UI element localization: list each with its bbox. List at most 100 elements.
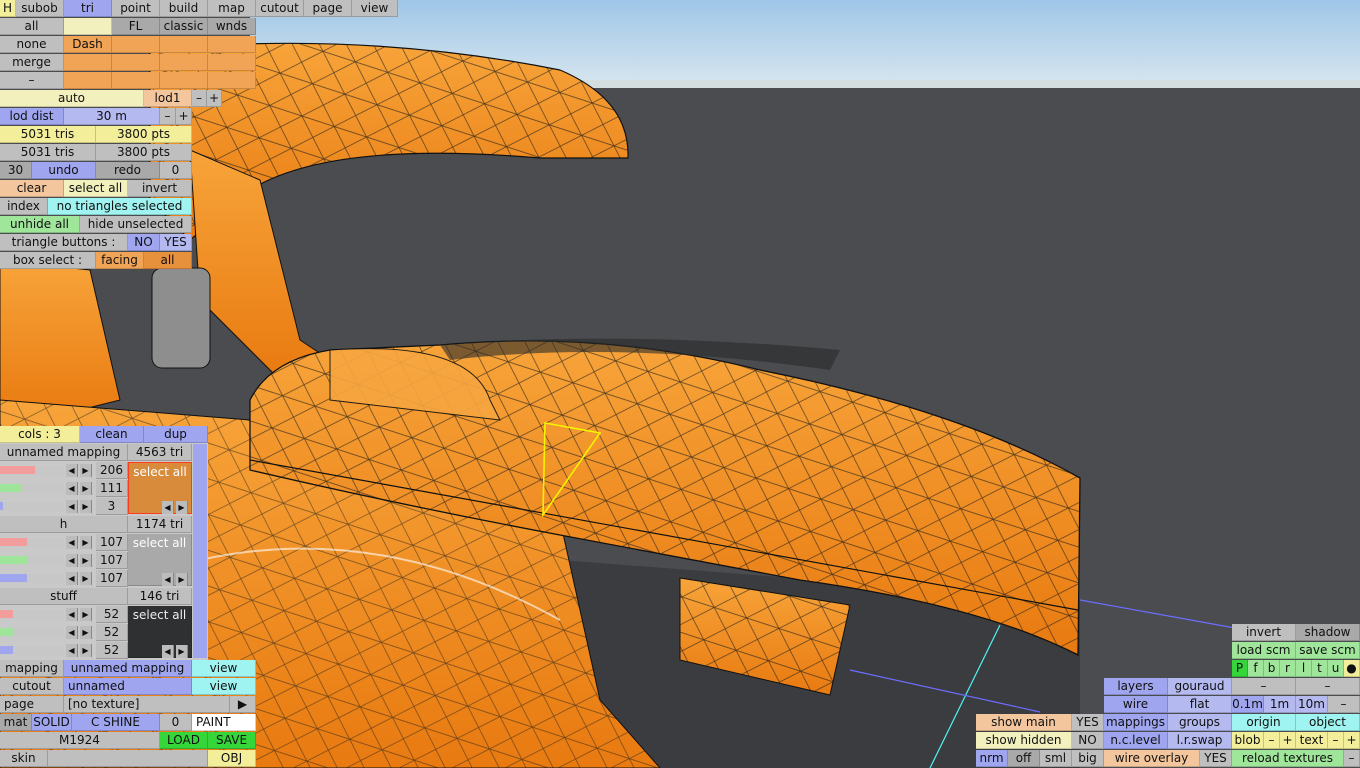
lod-dist-minus[interactable]: – bbox=[160, 108, 176, 125]
mapping-scrollbar[interactable] bbox=[193, 444, 207, 658]
merge-button[interactable]: merge bbox=[0, 54, 64, 71]
color-channel-value[interactable]: 52 bbox=[96, 624, 128, 641]
tab-view[interactable]: view bbox=[352, 0, 398, 17]
view-dot-icon[interactable]: ● bbox=[1344, 660, 1360, 677]
page-value[interactable]: [no texture] bbox=[64, 696, 230, 713]
grid-minus[interactable]: – bbox=[1328, 696, 1360, 713]
layer-slot[interactable] bbox=[112, 36, 160, 53]
mappings-button[interactable]: mappings bbox=[1104, 714, 1168, 731]
save-material-button[interactable]: SAVE bbox=[208, 732, 256, 749]
triangle-buttons-no[interactable]: NO bbox=[128, 234, 160, 251]
layer-slot[interactable] bbox=[64, 72, 112, 89]
color-channel-value[interactable]: 206 bbox=[96, 462, 128, 479]
mapping-group-name[interactable]: h bbox=[0, 516, 128, 533]
reload-textures-button[interactable]: reload textures bbox=[1232, 750, 1344, 767]
reload-minus[interactable]: – bbox=[1344, 750, 1360, 767]
arrow-left-icon[interactable]: ◀ bbox=[66, 572, 78, 585]
layer-slot[interactable] bbox=[208, 36, 256, 53]
dup-button[interactable]: dup bbox=[144, 426, 208, 443]
grid-0-1m[interactable]: 0.1m bbox=[1232, 696, 1264, 713]
grid-1m[interactable]: 1m bbox=[1264, 696, 1296, 713]
wire-overlay-toggle[interactable]: YES bbox=[1200, 750, 1232, 767]
group-slot-1[interactable] bbox=[64, 18, 112, 35]
arrow-right-icon[interactable]: ▶ bbox=[176, 645, 188, 658]
arrow-right-icon[interactable]: ▶ bbox=[80, 572, 92, 585]
view-P-button[interactable]: P bbox=[1232, 660, 1248, 677]
tab-subob[interactable]: subob bbox=[16, 0, 64, 17]
arrow-right-icon[interactable]: ▶ bbox=[80, 500, 92, 513]
redo-button[interactable]: redo bbox=[96, 162, 160, 179]
color-channel-value[interactable]: 52 bbox=[96, 642, 128, 659]
arrow-left-icon[interactable]: ◀ bbox=[162, 573, 174, 586]
triangle-buttons-yes[interactable]: YES bbox=[160, 234, 192, 251]
index-button[interactable]: index bbox=[0, 198, 48, 215]
group-wnds[interactable]: wnds bbox=[208, 18, 256, 35]
paint-button[interactable]: PAINT bbox=[192, 714, 256, 731]
arrow-left-icon[interactable]: ◀ bbox=[66, 536, 78, 549]
mapping-group-name[interactable]: unnamed mapping bbox=[0, 444, 128, 461]
layer-slot[interactable] bbox=[112, 54, 160, 71]
load-scm-button[interactable]: load scm bbox=[1232, 642, 1296, 659]
tab-page[interactable]: page bbox=[304, 0, 352, 17]
show-main-label[interactable]: show main bbox=[976, 714, 1072, 731]
arrow-left-icon[interactable]: ◀ bbox=[162, 501, 174, 514]
lod-minus-button[interactable]: – bbox=[192, 90, 207, 107]
layer-slot[interactable] bbox=[64, 54, 112, 71]
blob-minus[interactable]: – bbox=[1264, 732, 1280, 749]
view-f-button[interactable]: f bbox=[1248, 660, 1264, 677]
arrow-left-icon[interactable]: ◀ bbox=[66, 626, 78, 639]
unhide-all-button[interactable]: unhide all bbox=[0, 216, 80, 233]
c-shine-button[interactable]: C SHINE bbox=[72, 714, 160, 731]
tab-tri[interactable]: tri bbox=[64, 0, 112, 17]
normals-big[interactable]: big bbox=[1072, 750, 1104, 767]
lod-level[interactable]: lod1 bbox=[144, 90, 192, 107]
tab-build[interactable]: build bbox=[160, 0, 208, 17]
arrow-right-icon[interactable]: ▶ bbox=[80, 608, 92, 621]
mapping-group-name[interactable]: stuff bbox=[0, 588, 128, 605]
layer-slot[interactable] bbox=[160, 54, 208, 71]
skin-value[interactable] bbox=[48, 750, 208, 767]
layer-slot[interactable] bbox=[112, 72, 160, 89]
undo-button[interactable]: undo bbox=[32, 162, 96, 179]
obj-button[interactable]: OBJ bbox=[208, 750, 256, 767]
arrow-left-icon[interactable]: ◀ bbox=[162, 645, 174, 658]
arrow-right-icon[interactable]: ▶ bbox=[80, 482, 92, 495]
grid-10m[interactable]: 10m bbox=[1296, 696, 1328, 713]
grid-minus-b[interactable]: – bbox=[1296, 678, 1360, 695]
hide-unselected-button[interactable]: hide unselected bbox=[80, 216, 192, 233]
select-all-groups[interactable]: all bbox=[0, 18, 64, 35]
arrow-right-icon[interactable]: ▶ bbox=[176, 501, 188, 514]
arrow-left-icon[interactable]: ◀ bbox=[66, 464, 78, 477]
show-main-toggle[interactable]: YES bbox=[1072, 714, 1104, 731]
flat-button[interactable]: flat bbox=[1168, 696, 1232, 713]
arrow-left-icon[interactable]: ◀ bbox=[66, 482, 78, 495]
shadow-button[interactable]: shadow bbox=[1296, 624, 1360, 641]
lod-dist-value[interactable]: 30 m bbox=[64, 108, 160, 125]
select-all-button[interactable]: select all bbox=[64, 180, 128, 197]
color-channel-value[interactable]: 107 bbox=[96, 570, 128, 587]
arrow-right-icon[interactable]: ▶ bbox=[80, 464, 92, 477]
layer-slot[interactable] bbox=[208, 54, 256, 71]
lr-swap-button[interactable]: l.r.swap bbox=[1168, 732, 1232, 749]
lod-auto-button[interactable]: auto bbox=[0, 90, 144, 107]
gouraud-button[interactable]: gouraud bbox=[1168, 678, 1232, 695]
color-channel-value[interactable]: 107 bbox=[96, 534, 128, 551]
arrow-right-icon[interactable]: ▶ bbox=[176, 573, 188, 586]
material-name[interactable]: M1924 bbox=[0, 732, 160, 749]
layer-slot[interactable] bbox=[208, 72, 256, 89]
wire-overlay-label[interactable]: wire overlay bbox=[1104, 750, 1200, 767]
box-select-facing[interactable]: facing bbox=[96, 252, 144, 269]
text-plus[interactable]: + bbox=[1344, 732, 1360, 749]
select-none-button[interactable]: none bbox=[0, 36, 64, 53]
group-fl[interactable]: FL bbox=[112, 18, 160, 35]
show-hidden-toggle[interactable]: NO bbox=[1072, 732, 1104, 749]
show-hidden-label[interactable]: show hidden bbox=[976, 732, 1072, 749]
view-t-button[interactable]: t bbox=[1312, 660, 1328, 677]
color-slider-track[interactable] bbox=[0, 502, 64, 511]
arrow-right-icon[interactable]: ▶ bbox=[80, 644, 92, 657]
view-u-button[interactable]: u bbox=[1328, 660, 1344, 677]
groups-button[interactable]: groups bbox=[1168, 714, 1232, 731]
view-b-button[interactable]: b bbox=[1264, 660, 1280, 677]
normals-off[interactable]: off bbox=[1008, 750, 1040, 767]
shine-value[interactable]: 0 bbox=[160, 714, 192, 731]
